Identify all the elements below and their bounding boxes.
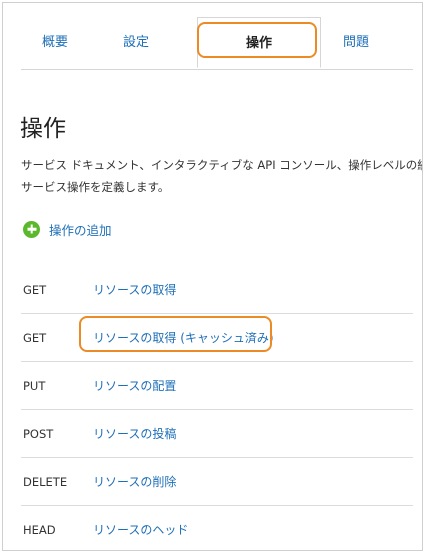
operation-method: HEAD [23, 523, 56, 537]
operation-row: PUT リソースの配置 [21, 362, 413, 410]
operation-row: GET リソースの取得 (キャッシュ済み) [21, 314, 413, 362]
operation-link[interactable]: リソースの取得 (キャッシュ済み) [93, 314, 274, 362]
add-operation-button[interactable]: 操作の追加 [23, 219, 112, 239]
page-frame: 概要 設定 操作 問題 操作 サービス ドキュメント、インタラクティブな API… [2, 2, 423, 551]
operation-link[interactable]: リソースのヘッド [93, 506, 188, 550]
operation-row: GET リソースの取得 [21, 266, 413, 314]
page-description: サービス ドキュメント、インタラクティブな API コンソール、操作レベルの統計… [21, 154, 422, 198]
plus-circle-icon [23, 220, 40, 238]
operation-row: DELETE リソースの削除 [21, 458, 413, 506]
tab-issues[interactable]: 問題 [326, 17, 386, 68]
operation-row: HEAD リソースのヘッド [21, 506, 413, 550]
page-title: 操作 [20, 116, 66, 142]
operation-link[interactable]: リソースの削除 [93, 458, 176, 506]
operation-link[interactable]: リソースの配置 [93, 362, 176, 410]
operation-row: POST リソースの投稿 [21, 410, 413, 458]
tab-overview[interactable]: 概要 [27, 17, 83, 68]
tab-settings[interactable]: 設定 [107, 17, 165, 68]
description-line-1: サービス ドキュメント、インタラクティブな API コンソール、操作レベルの統計… [21, 158, 422, 172]
tab-bar: 概要 設定 操作 問題 [21, 17, 413, 70]
add-operation-label: 操作の追加 [49, 222, 112, 238]
operation-method: POST [23, 427, 54, 441]
operations-list: GET リソースの取得 GET リソースの取得 (キャッシュ済み) PUT リソ… [21, 266, 413, 550]
description-line-2: サービス操作を定義します。 [21, 180, 170, 194]
operation-method: DELETE [23, 475, 68, 489]
operation-link[interactable]: リソースの取得 [93, 266, 176, 314]
operation-link[interactable]: リソースの投稿 [93, 410, 176, 458]
operation-method: PUT [23, 379, 46, 393]
operation-method: GET [23, 331, 47, 345]
operation-method: GET [23, 283, 47, 297]
tab-operations[interactable]: 操作 [197, 17, 321, 68]
